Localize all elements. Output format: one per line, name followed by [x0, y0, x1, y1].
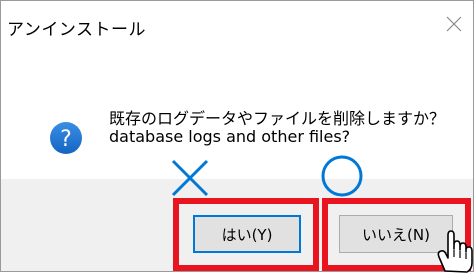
close-icon[interactable] — [441, 11, 467, 37]
circle-mark-icon — [319, 153, 365, 199]
question-icon: ? — [49, 121, 83, 155]
uninstall-dialog: アンインストール ? 既存のログデータやファイルを削除しますか？ databas… — [0, 0, 474, 273]
message-line-2: database logs and other files? — [109, 127, 351, 146]
yes-button[interactable]: はい(Y) — [193, 215, 301, 253]
svg-text:?: ? — [60, 127, 72, 152]
message-line-1: 既存のログデータやファイルを削除しますか？ — [109, 109, 446, 128]
window-title: アンインストール — [7, 20, 146, 40]
title-bar: アンインストール — [1, 1, 473, 51]
cross-mark-icon — [169, 157, 211, 199]
hand-cursor-icon — [431, 223, 474, 273]
